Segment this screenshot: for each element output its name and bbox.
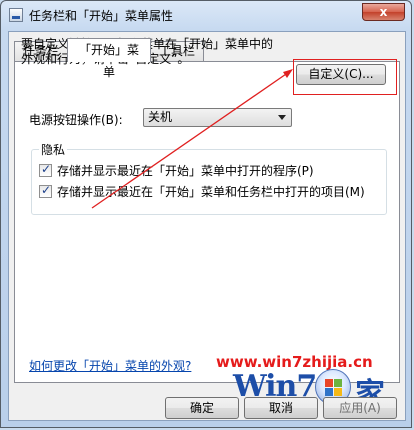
- description-line-2: 外观和行为，请单击“自定义”。: [21, 52, 291, 67]
- power-button-label: 电源按钮操作(B):: [29, 113, 123, 127]
- power-button-action-select[interactable]: 关机: [143, 108, 292, 127]
- taskbar-app-icon: [9, 8, 23, 22]
- recent-items-checkbox[interactable]: ✓: [39, 182, 52, 198]
- description-text: 要自定义链接、图标和菜单在「开始」菜单中的 外观和行为，请单击“自定义”。: [21, 37, 291, 67]
- cancel-button[interactable]: 取消: [244, 397, 318, 419]
- recent-items-label: 存储并显示最近在「开始」菜单和任务栏中打开的项目(M): [57, 184, 365, 199]
- close-button[interactable]: x: [362, 3, 405, 21]
- power-button-selected-value: 关机: [148, 110, 173, 124]
- ok-button[interactable]: 确定: [165, 397, 239, 419]
- checkmark-icon: ✓: [41, 161, 52, 176]
- chevron-down-icon: [278, 115, 286, 120]
- dialog-window: 任务栏和「开始」菜单属性 x 任务栏 「开始」菜单 工具栏 要自定义链接、图标和…: [0, 0, 412, 428]
- checkmark-icon: ✓: [41, 182, 52, 197]
- annotation-highlight-box: [293, 59, 397, 95]
- recent-programs-checkbox[interactable]: ✓: [39, 161, 52, 177]
- privacy-group-label: 隐私: [39, 141, 68, 158]
- title-bar: 任务栏和「开始」菜单属性 x: [1, 1, 411, 29]
- help-link[interactable]: 如何更改「开始」菜单的外观?: [29, 357, 191, 374]
- window-title: 任务栏和「开始」菜单属性: [29, 9, 174, 23]
- apply-button[interactable]: 应用(A): [323, 397, 397, 419]
- recent-programs-label: 存储并显示最近在「开始」菜单中打开的程序(P): [57, 163, 314, 178]
- checkbox-row-recent-items[interactable]: ✓ 存储并显示最近在「开始」菜单和任务栏中打开的项目(M): [39, 183, 365, 199]
- tab-start-menu[interactable]: 「开始」菜单: [67, 38, 151, 79]
- description-line-1: 要自定义链接、图标和菜单在「开始」菜单中的: [21, 37, 291, 52]
- checkbox-row-recent-programs[interactable]: ✓ 存储并显示最近在「开始」菜单中打开的程序(P): [39, 162, 314, 178]
